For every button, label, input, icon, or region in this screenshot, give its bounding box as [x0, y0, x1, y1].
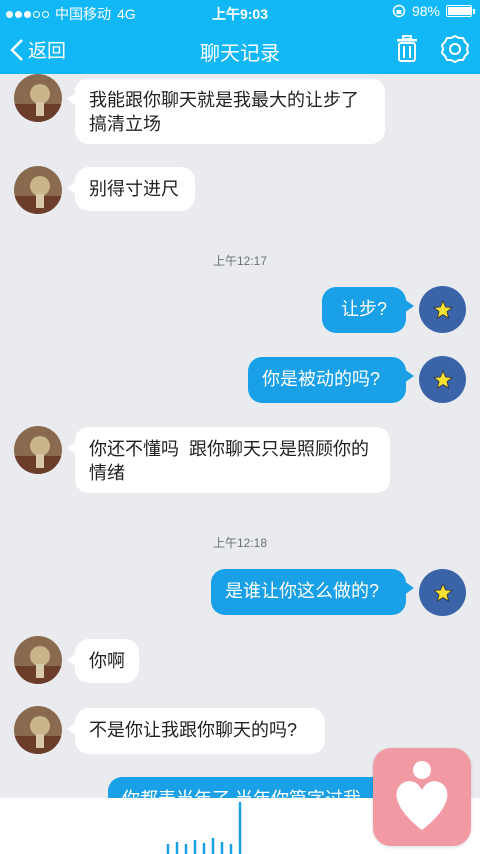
contact-avatar[interactable]: [14, 426, 62, 474]
message-text: 你啊: [89, 651, 125, 671]
message-bubble[interactable]: 你啊: [67, 639, 139, 683]
message-bubble[interactable]: 你还不懂吗 跟你聊天只是照顾你的 情绪: [67, 427, 390, 493]
contact-avatar[interactable]: [14, 706, 62, 754]
my-avatar[interactable]: [419, 286, 466, 333]
star-icon: [432, 369, 453, 389]
chat-history[interactable]: 我能跟你聊天就是我最大的让步了 搞清立场 别得寸进尺 上午12:17 让步? 你…: [0, 74, 480, 798]
heart-app-button[interactable]: [373, 748, 471, 846]
rotation-lock-icon: [392, 4, 406, 18]
message-bubble[interactable]: 我能跟你聊天就是我最大的让步了 搞清立场: [67, 78, 385, 144]
contact-avatar[interactable]: [14, 166, 62, 214]
my-avatar[interactable]: [419, 356, 466, 403]
message-bubble[interactable]: 让步?: [322, 287, 414, 333]
message-text: 是谁让你这么做的?: [225, 581, 380, 601]
trash-icon[interactable]: [392, 34, 422, 64]
status-bar: 中国移动 4G 上午9:03 98%: [0, 0, 480, 24]
message-bubble[interactable]: 你都表当年了 当年你篇字过我: [108, 777, 416, 798]
message-timestamp: 上午12:18: [212, 536, 268, 550]
message-timestamp: 上午12:17: [212, 254, 268, 268]
star-icon: [432, 582, 453, 602]
message-bubble[interactable]: 别得寸进尺: [67, 167, 195, 211]
message-bubble[interactable]: 不是你让我跟你聊天的吗?: [67, 708, 325, 754]
message-bubble[interactable]: 是谁让你这么做的?: [211, 569, 414, 615]
battery-percent: 98%: [411, 3, 440, 19]
message-text: 情绪: [89, 463, 125, 483]
message-bubble[interactable]: 你是被动的吗?: [248, 357, 414, 403]
my-avatar[interactable]: [419, 569, 466, 616]
message-text: 搞清立场: [89, 114, 161, 134]
nav-bar: 返回 聊天记录: [0, 24, 480, 74]
status-right: 98%: [392, 3, 475, 19]
message-text: 你是被动的吗?: [262, 369, 381, 389]
gear-icon[interactable]: [440, 34, 470, 64]
message-text: 你还不懂吗 跟你聊天只是照顾你的: [89, 439, 370, 459]
voice-waveform-icon: [166, 802, 242, 854]
message-text: 别得寸进尺: [89, 179, 179, 199]
message-text: 不是你让我跟你聊天的吗?: [89, 720, 298, 740]
message-text: 你都表当年了 当年你篇字过我: [122, 787, 394, 798]
heart-person-icon: [396, 761, 448, 830]
star-icon: [432, 299, 453, 319]
message-text: 我能跟你聊天就是我最大的让步了: [89, 90, 359, 110]
message-text: 让步?: [340, 299, 387, 319]
battery-icon: [446, 5, 475, 17]
contact-avatar[interactable]: [14, 74, 62, 122]
contact-avatar[interactable]: [14, 636, 62, 684]
